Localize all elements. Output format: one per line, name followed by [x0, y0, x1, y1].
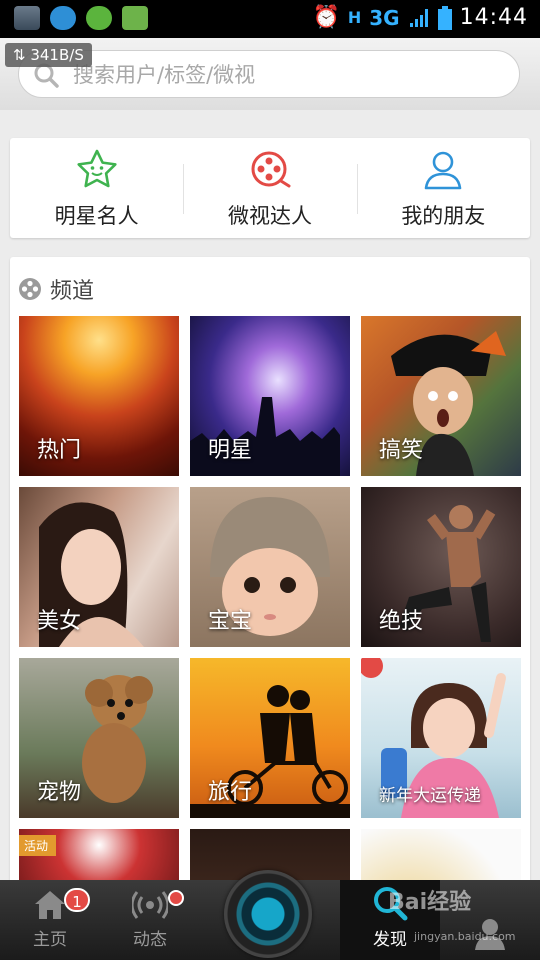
alarm-icon: ⏰: [312, 5, 340, 30]
channel-tile-hot[interactable]: 热门: [19, 316, 179, 476]
network-speed-indicator: ⇅ 341B/S: [5, 43, 92, 67]
channel-label: 搞笑: [379, 438, 424, 463]
quick-link-label: 微视达人: [227, 204, 312, 228]
home-icon: [35, 891, 65, 919]
quick-link-label: 明星名人: [54, 204, 139, 228]
channel-tile-baby[interactable]: 宝宝: [190, 487, 350, 647]
watermark-url: jingyan.baidu.com: [414, 930, 516, 943]
gallery-notification-icon: [14, 6, 40, 30]
channel-label: 热门: [37, 438, 82, 463]
search-box[interactable]: [18, 50, 520, 98]
tab-activity[interactable]: 动态: [100, 880, 200, 960]
tab-label: 动态: [133, 930, 167, 950]
channel-tile-skills[interactable]: 绝技: [361, 487, 521, 647]
channel-tile-funny[interactable]: 搞笑: [361, 316, 521, 476]
channel-tile-beauty[interactable]: 美女: [19, 487, 179, 647]
channel-label: 旅行: [208, 780, 253, 805]
broadcast-icon: [132, 891, 168, 919]
camera-lens-icon: [224, 870, 312, 958]
quick-link-label: 我的朋友: [401, 204, 486, 228]
tab-home[interactable]: 主页 1: [0, 880, 100, 960]
quick-link-celebrities[interactable]: 明星名人: [10, 138, 183, 238]
channel-label: 美女: [37, 609, 82, 634]
channel-label: 宝宝: [208, 609, 253, 634]
tab-label: 主页: [33, 930, 67, 950]
channel-label: 绝技: [379, 609, 424, 634]
network-type: 3G: [369, 5, 400, 30]
camera-record-button[interactable]: [200, 870, 340, 960]
status-bar: ⏰ H 3G 14:44: [0, 0, 540, 38]
message-notification-icon: [50, 6, 76, 30]
baidu-jingyan-watermark: Bai经验 jingyan.baidu.com: [388, 884, 534, 950]
channel-label: 明星: [208, 438, 253, 463]
quick-link-my-friends[interactable]: 我的朋友: [356, 138, 530, 238]
wechat-notification-icon: [86, 6, 112, 30]
film-reel-icon: [251, 151, 291, 188]
channel-tile-pets[interactable]: 宠物: [19, 658, 179, 818]
channel-label: 宠物: [37, 780, 82, 805]
person-icon: [425, 151, 462, 190]
signal-strength-icon: [409, 8, 428, 27]
star-icon: [77, 149, 117, 188]
channel-reel-icon: [19, 278, 41, 300]
battery-icon: [437, 5, 452, 30]
quick-links: 明星名人 微视达人 我的朋友: [10, 138, 530, 238]
channels-section: 频道 热门 明星 搞笑 美女 宝宝 绝技 宠物 旅行 新年大运传递 活动: [10, 257, 530, 897]
clock: 14:44: [459, 5, 528, 30]
new-activity-dot: [168, 890, 184, 906]
channels-title: 频道: [50, 279, 95, 304]
channel-tile-travel[interactable]: 旅行: [190, 658, 350, 818]
channels-header: 频道: [18, 273, 94, 305]
watermark-brand: Bai经验: [388, 890, 472, 915]
channel-tile-new-year[interactable]: 新年大运传递: [361, 658, 521, 818]
quick-link-weishi-experts[interactable]: 微视达人: [183, 138, 356, 238]
notification-count-badge: 1: [64, 888, 90, 912]
mail-notification-icon: [122, 6, 148, 30]
channel-tile-stars[interactable]: 明星: [190, 316, 350, 476]
event-badge: 活动: [19, 835, 57, 856]
channel-label: 新年大运传递: [379, 786, 481, 806]
signal-letter: H: [347, 8, 362, 27]
search-input[interactable]: [71, 59, 495, 91]
